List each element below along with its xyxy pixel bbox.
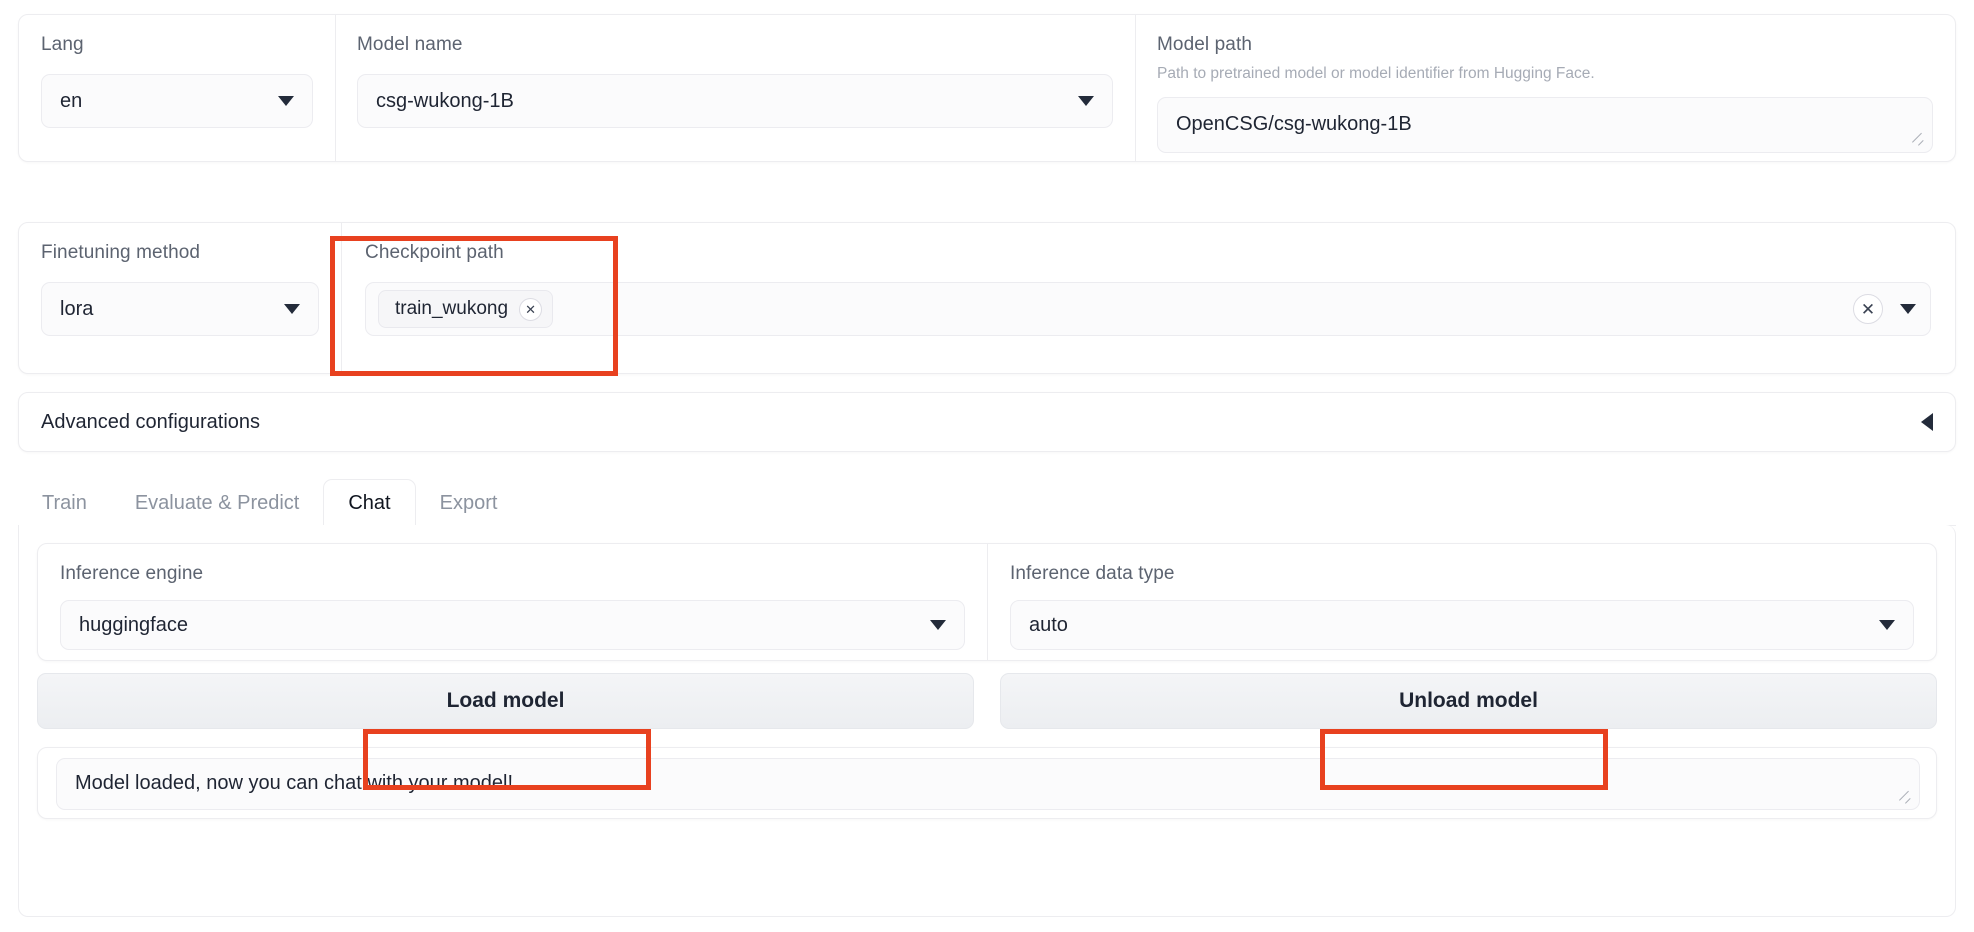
advanced-configurations-label: Advanced configurations [41, 410, 261, 433]
tab-export[interactable]: Export [416, 493, 522, 525]
finetuning-method-value: lora [60, 297, 94, 320]
inference-engine-label: Inference engine [60, 563, 204, 584]
model-path-field-group: Model path Path to pretrained model or m… [1135, 15, 1955, 161]
clear-all-icon[interactable]: ✕ [1853, 294, 1883, 324]
model-name-value: csg-wukong-1B [376, 89, 514, 112]
checkpoint-controls: ✕ [1853, 294, 1916, 324]
model-path-input[interactable]: OpenCSG/csg-wukong-1B [1157, 96, 1933, 153]
load-model-button[interactable]: Load model [37, 673, 974, 729]
inference-data-type-label: Inference data type [1010, 563, 1175, 584]
checkpoint-path-multiselect[interactable]: train_wukong ✕ ✕ [365, 282, 1931, 336]
inference-data-type-dropdown[interactable]: auto [1010, 600, 1914, 650]
model-name-field-group: Model name csg-wukong-1B [335, 15, 1135, 161]
finetuning-method-dropdown[interactable]: lora [41, 282, 319, 336]
chevron-down-icon[interactable] [1900, 304, 1916, 314]
close-icon[interactable]: ✕ [519, 297, 543, 321]
inference-engine-dropdown[interactable]: huggingface [60, 600, 965, 650]
inference-engine-value: huggingface [79, 613, 188, 636]
lang-label: Lang [41, 34, 84, 55]
inference-settings-card: Inference engine huggingface Inference d… [37, 543, 1937, 661]
status-textbox[interactable]: Model loaded, now you can chat with your… [56, 758, 1920, 810]
lang-field-group: Lang en [19, 15, 335, 161]
finetuning-method-group: Finetuning method lora [19, 223, 341, 373]
model-path-label: Model path [1157, 34, 1253, 55]
chevron-down-icon [278, 96, 294, 106]
model-path-description: Path to pretrained model or model identi… [1157, 65, 1595, 82]
chevron-down-icon [930, 620, 946, 630]
chevron-down-icon [1078, 96, 1094, 106]
tab-chat[interactable]: Chat [323, 479, 416, 526]
checkpoint-tag-label: train_wukong [395, 298, 509, 319]
inference-engine-group: Inference engine huggingface [38, 544, 987, 660]
checkpoint-tag[interactable]: train_wukong ✕ [378, 290, 554, 328]
chevron-down-icon [284, 304, 300, 314]
chevron-down-icon [1879, 620, 1895, 630]
model-name-label: Model name [357, 34, 463, 55]
advanced-configurations-accordion[interactable]: Advanced configurations [18, 392, 1956, 452]
chevron-left-icon[interactable] [1921, 413, 1933, 431]
model-name-dropdown[interactable]: csg-wukong-1B [357, 74, 1113, 128]
app-root: Lang en Model name csg-wukong-1B Model p… [0, 0, 1974, 932]
model-config-card: Lang en Model name csg-wukong-1B Model p… [18, 14, 1956, 162]
status-message: Model loaded, now you can chat with your… [75, 772, 514, 794]
tab-train[interactable]: Train [18, 493, 111, 525]
checkpoint-path-label: Checkpoint path [365, 242, 504, 263]
lang-value: en [60, 89, 83, 112]
resize-handle-icon[interactable] [1898, 790, 1912, 804]
unload-model-button[interactable]: Unload model [1000, 673, 1937, 729]
lang-dropdown[interactable]: en [41, 74, 313, 128]
resize-handle-icon[interactable] [1911, 133, 1925, 147]
status-card: Model loaded, now you can chat with your… [37, 747, 1937, 819]
finetuning-card: Finetuning method lora Checkpoint path t… [18, 222, 1956, 374]
model-path-value: OpenCSG/csg-wukong-1B [1176, 112, 1412, 135]
checkpoint-path-group: Checkpoint path train_wukong ✕ ✕ [341, 223, 1955, 373]
inference-data-type-value: auto [1029, 613, 1068, 636]
inference-data-type-group: Inference data type auto [987, 544, 1936, 660]
tab-evaluate-predict[interactable]: Evaluate & Predict [111, 493, 324, 525]
model-action-buttons: Load model Unload model [37, 673, 1937, 729]
tab-bar: Train Evaluate & Predict Chat Export [18, 479, 1956, 526]
finetuning-method-label: Finetuning method [41, 242, 201, 263]
chat-panel: Inference engine huggingface Inference d… [18, 525, 1956, 917]
